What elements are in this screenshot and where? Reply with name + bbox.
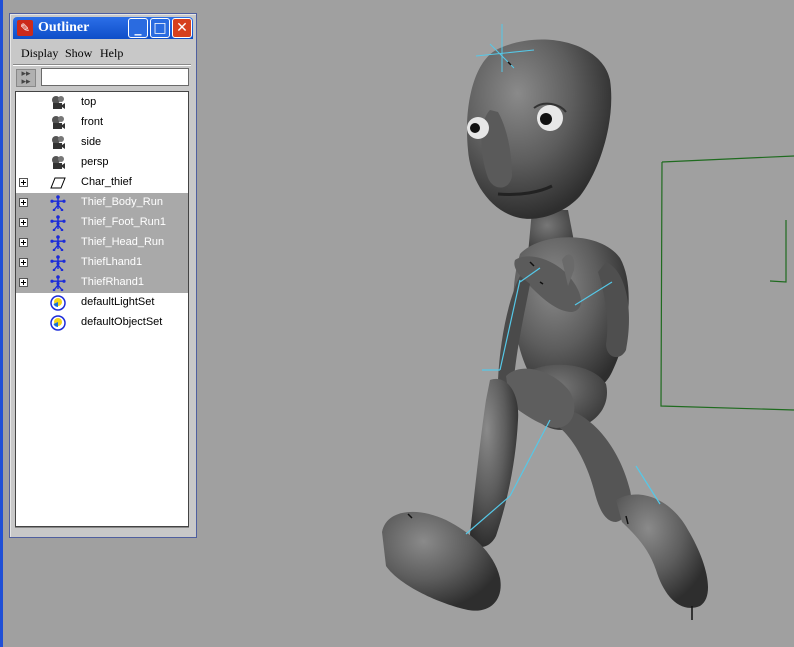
- expand-icon[interactable]: [19, 198, 28, 207]
- outliner-row[interactable]: front: [16, 113, 188, 133]
- camera-icon: [50, 155, 66, 171]
- outliner-row[interactable]: ThiefLhand1: [16, 253, 188, 273]
- menu-display[interactable]: Display: [21, 46, 58, 61]
- minimize-button[interactable]: _: [128, 18, 148, 38]
- outliner-row[interactable]: defaultObjectSet: [16, 313, 188, 333]
- close-button[interactable]: ✕: [172, 18, 192, 38]
- set-icon: [50, 295, 66, 311]
- outliner-item-label: front: [81, 116, 104, 128]
- window-title: Outliner: [38, 20, 90, 35]
- joint-icon: [50, 215, 66, 232]
- outliner-row[interactable]: Thief_Body_Run: [16, 193, 188, 213]
- filter-row: ▸▸ ▸▸: [13, 67, 193, 89]
- outliner-row[interactable]: top: [16, 93, 188, 113]
- expand-icon[interactable]: [19, 238, 28, 247]
- expand-icon[interactable]: [19, 218, 28, 227]
- camera-icon: [50, 95, 66, 111]
- maximize-button[interactable]: □: [150, 18, 170, 38]
- menu-show[interactable]: Show: [65, 46, 92, 61]
- outliner-titlebar[interactable]: ✎ Outliner _ □ ✕: [13, 17, 193, 39]
- outliner-row[interactable]: persp: [16, 153, 188, 173]
- menu-divider: [13, 64, 191, 66]
- menu-bar: Display Show Help: [13, 43, 193, 63]
- filter-input[interactable]: [41, 68, 189, 86]
- outliner-item-label: defaultObjectSet: [81, 316, 163, 328]
- mesh-icon: [50, 175, 66, 191]
- filter-toggle-icon[interactable]: ▸▸ ▸▸: [16, 69, 36, 87]
- outliner-item-label: defaultLightSet: [81, 296, 155, 308]
- plane-wireframe: [660, 155, 794, 411]
- outliner-item-label: ThiefRhand1: [81, 276, 144, 288]
- joint-icon: [50, 235, 66, 252]
- outliner-item-label: side: [81, 136, 102, 148]
- outliner-row[interactable]: defaultLightSet: [16, 293, 188, 313]
- expand-icon[interactable]: [19, 278, 28, 287]
- outliner-row[interactable]: ThiefRhand1: [16, 273, 188, 293]
- outliner-item-label: persp: [81, 156, 109, 168]
- tree-bottom-edge: [15, 527, 189, 532]
- outliner-item-label: Thief_Head_Run: [81, 236, 165, 248]
- outliner-item-label: Char_thief: [81, 176, 132, 188]
- outliner-item-label: Thief_Body_Run: [81, 196, 163, 208]
- set-icon: [50, 315, 66, 331]
- character-model: [382, 39, 709, 611]
- outliner-row[interactable]: side: [16, 133, 188, 153]
- outliner-row[interactable]: Char_thief: [16, 173, 188, 193]
- joint-icon: [50, 255, 66, 272]
- maya-app-icon: ✎: [17, 20, 33, 36]
- menu-help[interactable]: Help: [100, 46, 123, 61]
- outliner-tree[interactable]: top front side persp Char_thief Thief_Body_Ru…: [15, 91, 189, 527]
- expand-icon[interactable]: [19, 178, 28, 187]
- outliner-row[interactable]: Thief_Head_Run: [16, 233, 188, 253]
- outliner-row[interactable]: Thief_Foot_Run1: [16, 213, 188, 233]
- joint-icon: [50, 275, 66, 292]
- joint-icon: [50, 195, 66, 212]
- outliner-item-label: top: [81, 96, 97, 108]
- expand-icon[interactable]: [19, 258, 28, 267]
- outliner-item-label: Thief_Foot_Run1: [81, 216, 166, 228]
- outliner-window: ✎ Outliner _ □ ✕ Display Show Help ▸▸ ▸▸ …: [9, 13, 197, 538]
- camera-icon: [50, 115, 66, 131]
- camera-icon: [50, 135, 66, 151]
- outliner-item-label: ThiefLhand1: [81, 256, 143, 268]
